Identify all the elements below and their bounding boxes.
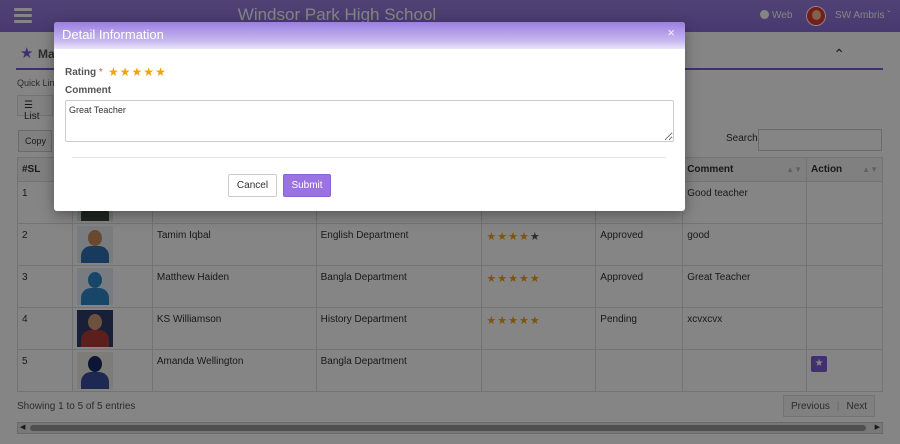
modal-header: Detail Information × [54,22,685,49]
close-icon[interactable]: × [667,25,675,40]
detail-modal: Detail Information × Rating * ★★★★★ Comm… [54,22,685,211]
comment-label: Comment [65,85,112,96]
submit-button[interactable]: Submit [283,174,331,197]
modal-divider [72,157,666,158]
rating-star-icon[interactable]: ★ [120,65,132,79]
rating-star-icon[interactable]: ★ [108,65,120,79]
rating-star-icon[interactable]: ★ [132,65,144,79]
rating-star-icon[interactable]: ★ [155,65,167,79]
cancel-button[interactable]: Cancel [228,174,277,197]
required-mark: * [98,67,103,78]
comment-textarea[interactable] [65,100,674,142]
modal-title: Detail Information [62,27,164,42]
rating-stars[interactable]: ★★★★★ [108,65,167,79]
rating-label: Rating * [65,67,103,78]
rating-star-icon[interactable]: ★ [143,65,155,79]
